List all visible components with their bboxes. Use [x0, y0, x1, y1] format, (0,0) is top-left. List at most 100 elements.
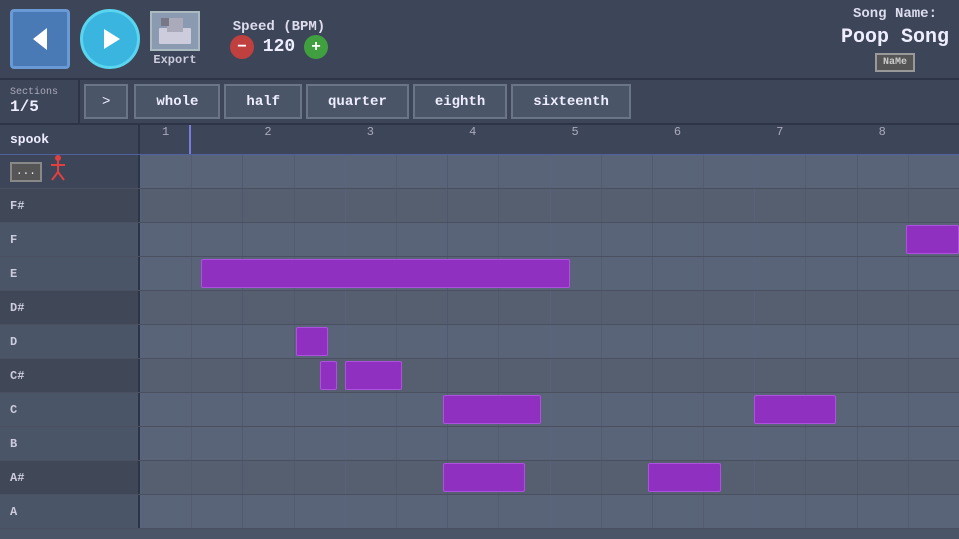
sub-beat-line — [191, 325, 192, 358]
stick-figure-icon[interactable] — [46, 155, 70, 189]
sub-beat-line — [601, 461, 602, 494]
sub-beat-line — [805, 325, 806, 358]
note-block[interactable] — [320, 361, 336, 390]
note-block[interactable] — [443, 463, 525, 492]
note-row-grid[interactable] — [140, 359, 959, 392]
note-label: D — [0, 325, 140, 358]
sub-beat-line — [550, 325, 551, 358]
sub-beat-line — [140, 189, 141, 222]
grid-row[interactable]: F — [0, 223, 959, 257]
sub-beat-line — [550, 427, 551, 460]
note-block[interactable] — [443, 395, 541, 424]
export-section: Export — [150, 11, 200, 67]
grid-row[interactable]: B — [0, 427, 959, 461]
note-block[interactable] — [345, 361, 402, 390]
note-block[interactable] — [201, 259, 570, 288]
note-whole-button[interactable]: whole — [134, 84, 220, 119]
note-row-grid[interactable] — [140, 393, 959, 426]
play-button[interactable] — [80, 9, 140, 69]
note-block[interactable] — [648, 463, 722, 492]
grid-row[interactable]: C — [0, 393, 959, 427]
sub-beat-line — [294, 427, 295, 460]
note-sixteenth-button[interactable]: sixteenth — [511, 84, 631, 119]
sub-beat-line — [754, 461, 755, 494]
note-half-button[interactable]: half — [224, 84, 302, 119]
note-row-grid[interactable] — [140, 223, 959, 256]
note-row-grid[interactable] — [140, 325, 959, 358]
sub-beat-line — [652, 325, 653, 358]
back-button[interactable] — [10, 9, 70, 69]
sub-beat-line — [652, 427, 653, 460]
note-label: F# — [0, 189, 140, 222]
song-name-label: Song Name: — [853, 6, 937, 22]
note-label: C — [0, 393, 140, 426]
sub-beat-line — [345, 495, 346, 528]
beat-8: 8 — [879, 125, 886, 139]
sub-beat-line — [345, 155, 346, 188]
grid-row[interactable]: C# — [0, 359, 959, 393]
sub-beat-line — [294, 495, 295, 528]
grid-row[interactable]: D# — [0, 291, 959, 325]
note-row-grid[interactable] — [140, 257, 959, 290]
speed-decrease-button[interactable]: − — [230, 35, 254, 59]
sub-beat-line — [242, 291, 243, 324]
speed-title: Speed (BPM) — [233, 19, 325, 35]
sub-beat-line — [191, 189, 192, 222]
grid-area: spook 1 2 3 4 5 6 7 8 ...F#FED#DC#CBA#A — [0, 125, 959, 539]
speed-value: 120 — [259, 37, 299, 57]
grid-row[interactable]: D — [0, 325, 959, 359]
grid-row[interactable]: ... — [0, 155, 959, 189]
sub-beat-line — [191, 495, 192, 528]
note-row-grid[interactable] — [140, 155, 959, 188]
sub-beat-line — [908, 461, 909, 494]
note-block[interactable] — [906, 225, 959, 254]
sub-beat-line — [498, 291, 499, 324]
sub-beat-line — [294, 155, 295, 188]
note-block[interactable] — [296, 327, 329, 356]
sub-beat-line — [140, 393, 141, 426]
note-row-grid[interactable] — [140, 495, 959, 528]
sub-beat-line — [908, 291, 909, 324]
note-row-grid[interactable] — [140, 427, 959, 460]
sub-beat-line — [191, 155, 192, 188]
note-row-grid[interactable] — [140, 189, 959, 222]
sub-beat-line — [805, 257, 806, 290]
grid-row[interactable]: A# — [0, 461, 959, 495]
sub-beat-line — [294, 359, 295, 392]
sub-beat-line — [857, 189, 858, 222]
dots-button[interactable]: ... — [10, 162, 42, 182]
sub-beat-line — [447, 359, 448, 392]
sub-beat-line — [191, 257, 192, 290]
sub-beat-line — [601, 359, 602, 392]
note-eighth-button[interactable]: eighth — [413, 84, 507, 119]
sub-beat-line — [242, 427, 243, 460]
sub-beat-line — [140, 427, 141, 460]
speed-increase-button[interactable]: + — [304, 35, 328, 59]
note-quarter-button[interactable]: quarter — [306, 84, 409, 119]
sub-beat-line — [652, 189, 653, 222]
sub-beat-line — [550, 291, 551, 324]
toolbar: Sections 1/5 > whole half quarter eighth… — [0, 80, 959, 125]
export-icon[interactable] — [150, 11, 200, 51]
speed-section: Speed (BPM) − 120 + — [230, 19, 328, 59]
sub-beat-line — [396, 223, 397, 256]
sub-beat-line — [140, 291, 141, 324]
sub-beat-line — [242, 189, 243, 222]
next-section-button[interactable]: > — [84, 84, 128, 119]
note-row-grid[interactable] — [140, 461, 959, 494]
note-row-grid[interactable] — [140, 291, 959, 324]
sub-beat-line — [242, 393, 243, 426]
sub-beat-line — [754, 257, 755, 290]
grid-row[interactable]: A — [0, 495, 959, 529]
grid-row[interactable]: E — [0, 257, 959, 291]
sub-beat-line — [908, 495, 909, 528]
rename-button[interactable]: NaMe — [875, 53, 915, 72]
note-block[interactable] — [754, 395, 836, 424]
sub-beat-line — [805, 495, 806, 528]
grid-row[interactable]: F# — [0, 189, 959, 223]
sub-beat-line — [857, 359, 858, 392]
piano-roll: spook 1 2 3 4 5 6 7 8 ...F#FED#DC#CBA#A — [0, 125, 959, 539]
sub-beat-line — [805, 359, 806, 392]
sub-beat-line — [498, 189, 499, 222]
beat-2: 2 — [264, 125, 271, 139]
